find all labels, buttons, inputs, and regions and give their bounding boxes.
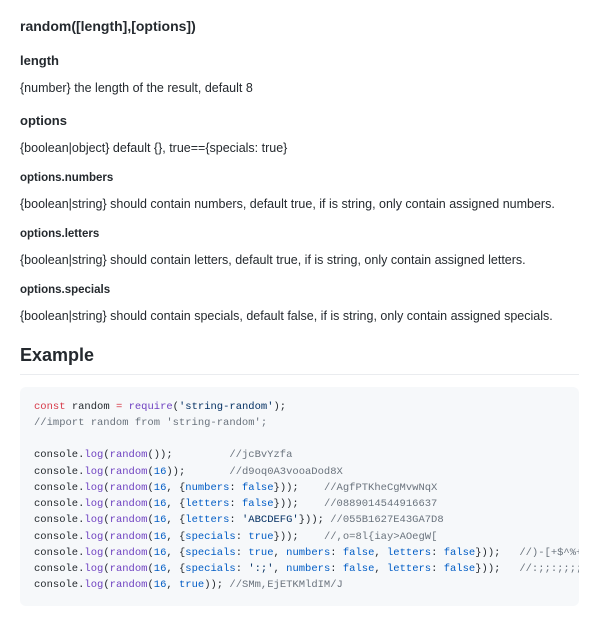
param-options-desc: {boolean|object} default {}, true=={spec… [20, 139, 579, 158]
example-heading: Example [20, 342, 579, 375]
code-block: const random = require('string-random');… [20, 387, 579, 606]
param-options-specials-title: options.specials [20, 282, 579, 299]
param-options-specials-desc: {boolean|string} should contain specials… [20, 307, 579, 326]
param-length-desc: {number} the length of the result, defau… [20, 79, 579, 98]
param-options-numbers-desc: {boolean|string} should contain numbers,… [20, 195, 579, 214]
function-signature: random([length],[options]) [20, 16, 579, 37]
param-options-title: options [20, 111, 579, 131]
param-length-title: length [20, 51, 579, 71]
param-options-letters-desc: {boolean|string} should contain letters,… [20, 251, 579, 270]
param-options-letters-title: options.letters [20, 226, 579, 243]
param-options-numbers-title: options.numbers [20, 170, 579, 187]
